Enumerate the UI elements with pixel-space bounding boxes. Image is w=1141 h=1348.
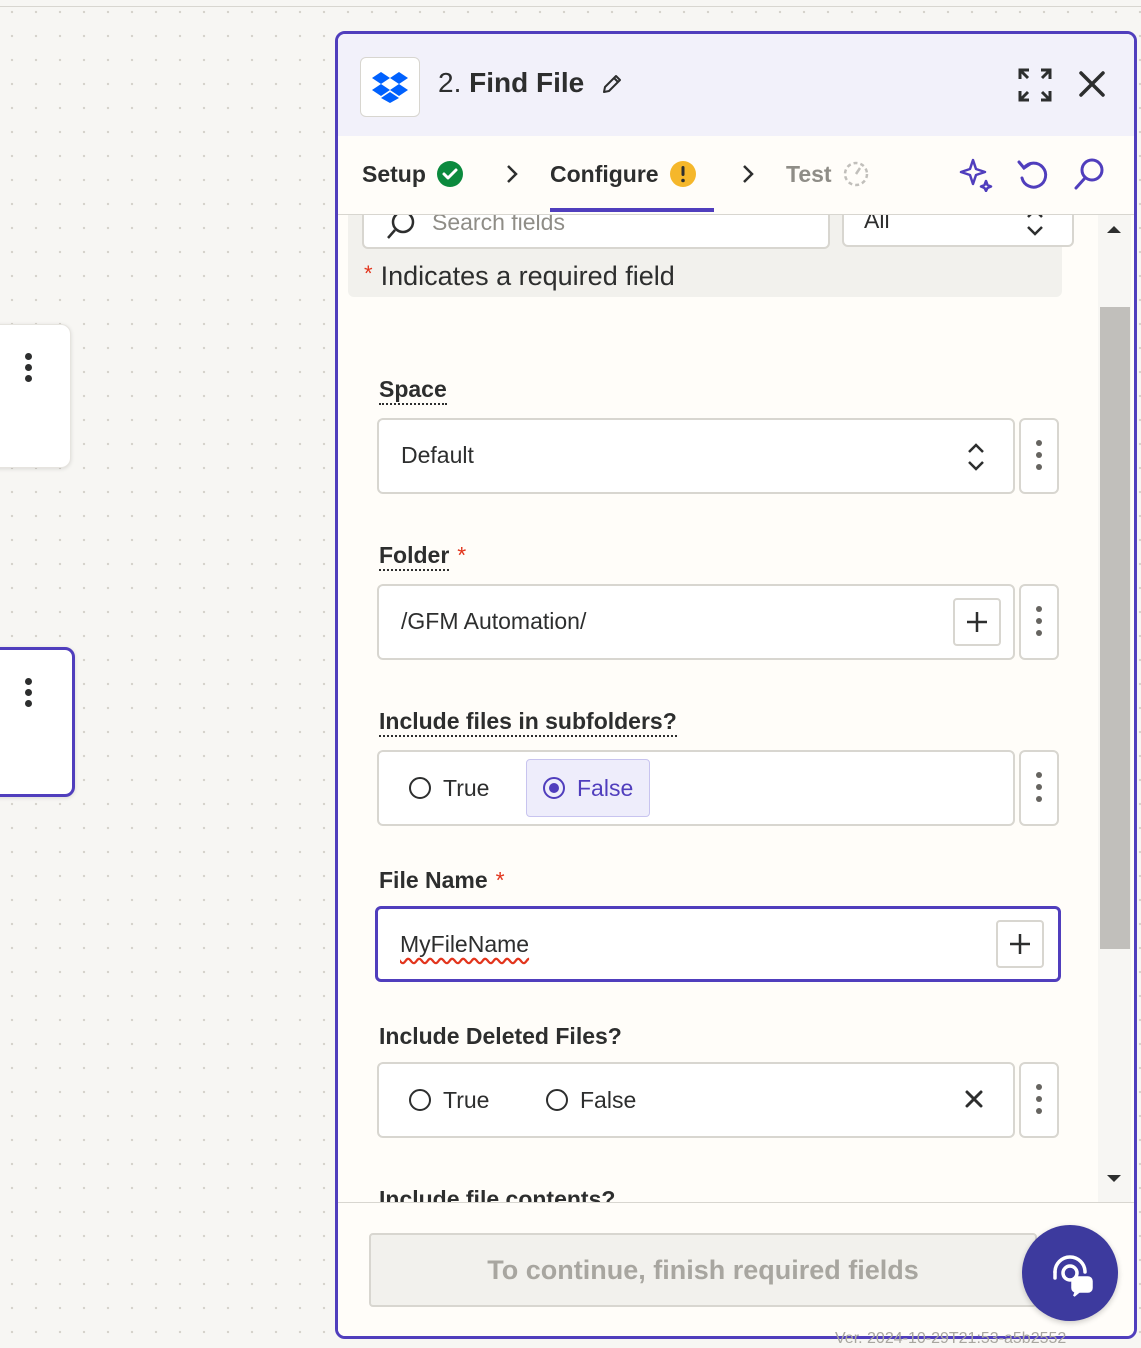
required-note: * Indicates a required field <box>364 261 675 292</box>
tab-setup-label: Setup <box>362 160 426 187</box>
more-options-icon[interactable] <box>25 678 33 711</box>
subfolders-label-text: Include files in subfolders? <box>379 708 677 737</box>
space-label-text: Space <box>379 376 447 405</box>
search-fields-input[interactable]: Search fields <box>362 215 830 249</box>
step-number: 2. <box>438 67 462 98</box>
warning-icon <box>669 161 696 187</box>
tab-configure-label: Configure <box>550 160 659 187</box>
deleted-option-true[interactable]: True <box>393 1072 505 1128</box>
more-options-icon[interactable] <box>25 353 33 386</box>
contents-label-text: Include file contents? <box>379 1186 616 1202</box>
dropbox-icon <box>360 57 420 117</box>
option-label: True <box>443 1086 490 1113</box>
radio-icon <box>546 1089 568 1111</box>
tab-configure[interactable]: Configure <box>550 160 697 188</box>
deleted-option-false[interactable]: False <box>530 1072 652 1128</box>
plus-icon <box>967 612 987 632</box>
space-value: Default <box>401 442 474 468</box>
timer-icon <box>843 161 868 187</box>
deleted-radio-group: True False <box>377 1062 1015 1138</box>
plus-icon <box>1010 934 1030 954</box>
deleted-more-button[interactable] <box>1019 1062 1059 1138</box>
chevron-updown-icon <box>968 443 984 471</box>
subfolders-radio-group: True False <box>377 750 1015 826</box>
search-icon[interactable] <box>1072 156 1106 197</box>
required-asterisk: * <box>364 261 373 286</box>
chevron-right-icon <box>743 165 754 183</box>
close-icon[interactable] <box>1078 70 1106 103</box>
canvas-step-card-selected[interactable] <box>0 647 75 797</box>
search-icon <box>387 215 415 239</box>
space-select[interactable]: Default <box>377 418 1015 494</box>
deleted-label: Include Deleted Files? <box>379 1023 622 1050</box>
search-fields-placeholder: Search fields <box>432 215 565 235</box>
panel-header: 2. Find File <box>338 34 1134 136</box>
required-asterisk: * <box>495 867 505 893</box>
chevron-right-icon <box>507 165 518 183</box>
insert-data-button[interactable] <box>996 920 1044 968</box>
step-title: Find File <box>469 67 585 98</box>
file-name-label-text: File Name <box>379 867 488 893</box>
clear-icon[interactable] <box>965 1090 983 1108</box>
insert-data-button[interactable] <box>953 598 1001 646</box>
field-filter-bar: Search fields All * Indicates a required … <box>348 215 1074 297</box>
space-label[interactable]: Space <box>379 376 447 405</box>
active-tab-indicator <box>550 208 714 212</box>
field-filter-value: All <box>864 215 890 233</box>
option-label: True <box>443 774 490 801</box>
space-more-button[interactable] <box>1019 418 1059 494</box>
field-filter-select[interactable]: All <box>842 215 1074 247</box>
required-note-text: Indicates a required field <box>380 261 675 291</box>
file-name-value: MyFileName <box>400 931 530 957</box>
option-label: False <box>577 774 634 801</box>
scroll-up-arrow-icon[interactable] <box>1106 224 1122 234</box>
folder-value: /GFM Automation/ <box>401 608 587 634</box>
deleted-label-text: Include Deleted Files? <box>379 1023 622 1049</box>
tab-test-label: Test <box>786 160 832 187</box>
help-chat-button[interactable] <box>1022 1225 1118 1321</box>
scroll-down-arrow-icon[interactable] <box>1106 1174 1122 1184</box>
folder-more-button[interactable] <box>1019 584 1059 660</box>
scrollbar-thumb[interactable] <box>1100 307 1130 949</box>
expand-icon[interactable] <box>1018 68 1052 107</box>
sparkle-icon[interactable] <box>958 156 994 197</box>
folder-input[interactable]: /GFM Automation/ <box>377 584 1015 660</box>
pencil-icon[interactable] <box>600 72 624 101</box>
file-name-input[interactable]: MyFileName <box>375 906 1061 982</box>
top-divider <box>0 0 1141 7</box>
subfolders-label[interactable]: Include files in subfolders? <box>379 708 677 737</box>
option-label: False <box>580 1086 637 1113</box>
chevron-updown-icon <box>1027 215 1043 236</box>
panel-title: 2. Find File <box>438 67 584 99</box>
panel-footer: To continue, finish required fields <box>338 1202 1134 1336</box>
subfolders-option-true[interactable]: True <box>393 760 505 816</box>
radio-icon <box>409 777 431 799</box>
step-tabs: Setup Configure Test <box>338 136 1134 215</box>
contents-label[interactable]: Include file contents? <box>379 1186 616 1202</box>
subfolders-option-false[interactable]: False <box>526 759 651 817</box>
support-chat-icon <box>1053 1255 1093 1297</box>
subfolders-more-button[interactable] <box>1019 750 1059 826</box>
continue-button[interactable]: To continue, finish required fields <box>369 1233 1037 1307</box>
required-asterisk: * <box>457 542 467 568</box>
folder-label[interactable]: Folder * <box>379 542 467 571</box>
version-text: Ver. 2024-10-29T21:53-a5b2552 <box>835 1330 1067 1347</box>
check-circle-icon <box>436 161 463 187</box>
fields-scroll-area[interactable]: Search fields All * Indicates a required … <box>338 215 1134 1202</box>
step-editor-panel: 2. Find File Setup Configure Test Search… <box>335 31 1137 1339</box>
file-name-label: File Name * <box>379 867 505 894</box>
tab-setup[interactable]: Setup <box>362 160 464 188</box>
canvas-step-card[interactable] <box>0 324 71 468</box>
folder-label-text: Folder <box>379 542 450 571</box>
tab-test[interactable]: Test <box>786 160 870 188</box>
undo-icon[interactable] <box>1016 156 1050 197</box>
radio-selected-icon <box>543 777 565 799</box>
radio-icon <box>409 1089 431 1111</box>
